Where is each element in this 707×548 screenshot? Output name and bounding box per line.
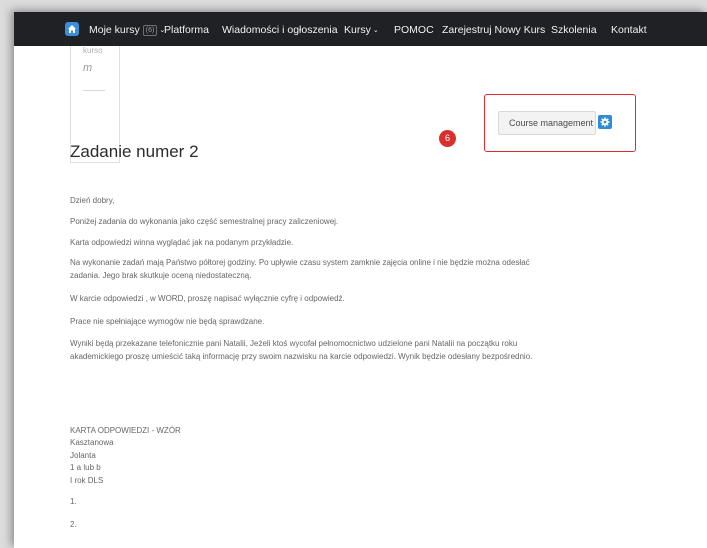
answer-number: 2. <box>70 520 77 529</box>
nav-label: POMOC <box>394 24 434 36</box>
paragraph: Karta odpowiedzi winna wyglądać jak na p… <box>70 238 294 247</box>
nav-label: Wiadomości i ogłoszenia <box>222 24 338 36</box>
browser-viewport: Moje kursy (6) ⌄ Platforma Wiadomości i og… <box>14 12 707 548</box>
answer-card-line: I rok DLS <box>70 476 104 485</box>
page-title: Zadanie numer 2 <box>70 142 199 161</box>
nav-label: Kursy <box>344 24 371 36</box>
nav-kursy[interactable]: Kursy ⌄ <box>344 24 379 37</box>
paragraph: Dzień dobry, <box>70 196 115 205</box>
step-number-badge: 6 <box>439 130 456 147</box>
answer-card-line: KARTA ODPOWIEDZI - WZÓR <box>70 426 181 435</box>
answer-card-line: Kasztanowa <box>70 438 114 447</box>
nav-wiadomosci[interactable]: Wiadomości i ogłoszenia <box>222 24 338 36</box>
paragraph: Na wykonanie zadań mają Państwo półtorej… <box>70 258 530 267</box>
nav-kontakt[interactable]: Kontakt <box>611 24 647 36</box>
paragraph: zadania. Jego brak skutkuje oceną niedos… <box>70 271 252 280</box>
divider <box>83 90 105 91</box>
top-navbar: Moje kursy (6) ⌄ Platforma Wiadomości i og… <box>14 12 707 46</box>
nav-platforma[interactable]: Platforma <box>164 24 209 36</box>
nav-label: Platforma <box>164 24 209 36</box>
course-management-button[interactable]: Course management <box>498 111 596 135</box>
nav-moje-kursy[interactable]: Moje kursy (6) ⌄ <box>89 24 165 37</box>
gear-icon <box>600 117 610 127</box>
nav-label: Szkolenia <box>551 24 597 36</box>
home-icon <box>68 25 76 33</box>
nav-label: Zarejestruj Nowy Kurs <box>442 24 546 36</box>
chevron-down-icon: ⌄ <box>372 27 379 34</box>
course-settings-button[interactable] <box>598 115 612 129</box>
paragraph: W karcie odpowiedzi , w WORD, proszę nap… <box>70 294 345 303</box>
side-block-cut-text: kurso <box>83 46 103 55</box>
paragraph: Prace nie spełniające wymogów nie będą s… <box>70 317 265 326</box>
paragraph: Wyniki będą przekazane telefonicznie pan… <box>70 339 518 348</box>
nav-label: Moje kursy <box>89 24 140 36</box>
side-block-value: m <box>83 62 93 74</box>
paragraph: akademickiego proszę umieścić taką infor… <box>70 352 533 361</box>
answer-card-line: Jolanta <box>70 451 96 460</box>
nav-zarejestruj[interactable]: Zarejestruj Nowy Kurs <box>442 24 545 36</box>
course-count-badge: (6) <box>142 25 158 36</box>
nav-label: Kontakt <box>611 24 647 36</box>
answer-card-line: 1 a lub b <box>70 463 101 472</box>
home-button[interactable] <box>65 22 79 36</box>
answer-number: 1. <box>70 497 77 506</box>
nav-pomoc[interactable]: POMOC <box>394 24 434 36</box>
paragraph: Poniżej zadania do wykonania jako część … <box>70 217 339 226</box>
nav-szkolenia[interactable]: Szkolenia <box>551 24 597 36</box>
